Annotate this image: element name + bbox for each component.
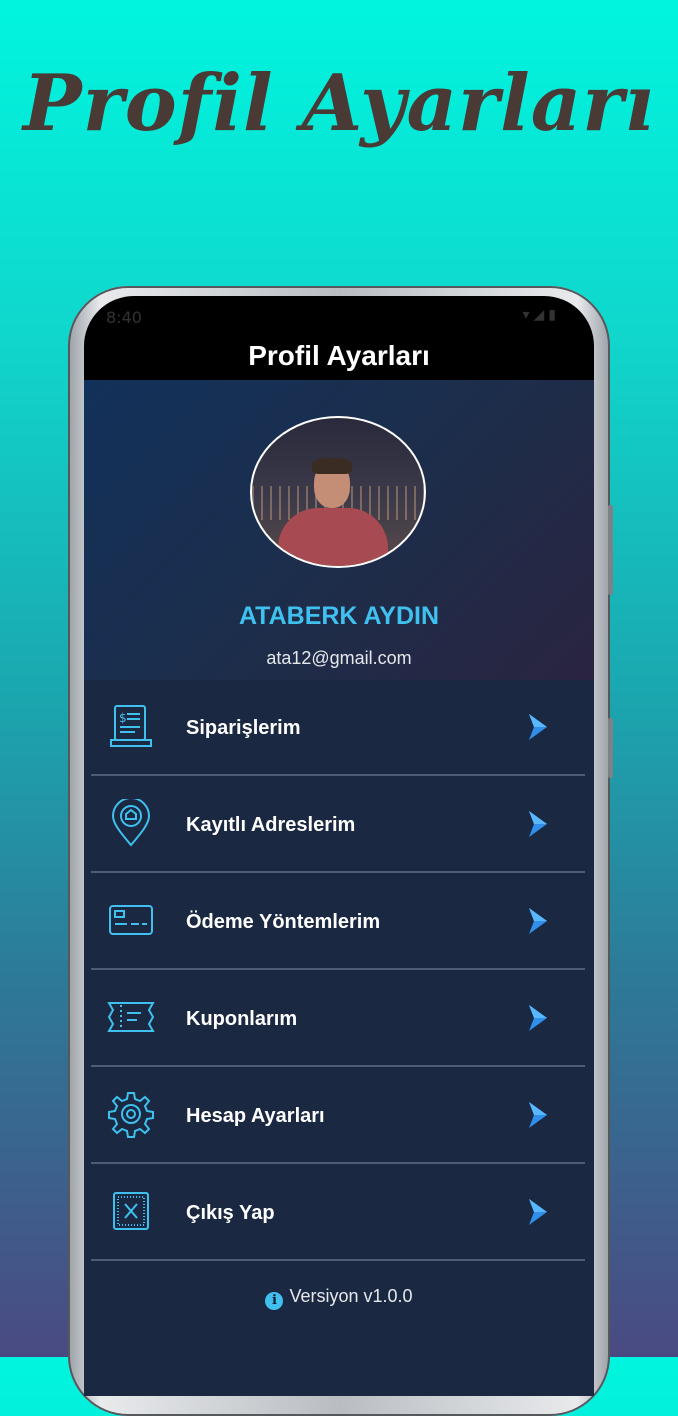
wifi-icon: ▾ [522, 307, 534, 323]
menu-label: Çıkış Yap [186, 1202, 275, 1224]
avatar[interactable] [250, 416, 426, 568]
chevron-right-icon [529, 908, 547, 934]
signal-icon: ◢ [533, 307, 549, 323]
promo-title: Profil Ayarları [23, 58, 655, 149]
battery-icon: ▮ [548, 307, 560, 323]
info-icon: i [265, 1292, 284, 1310]
volume-button [608, 505, 613, 595]
menu-item-coupons[interactable]: Kuponlarım [91, 971, 585, 1067]
credit-card-icon [109, 905, 153, 935]
menu-item-payment-methods[interactable]: Ödeme Yöntemlerim [91, 874, 585, 970]
profile-header: ATABERK AYDIN ata12@gmail.com [84, 380, 594, 680]
receipt-icon: $ [110, 705, 152, 747]
gear-icon [108, 1092, 154, 1138]
svg-text:$: $ [119, 711, 127, 725]
logout-x-icon [113, 1192, 149, 1230]
menu-item-addresses[interactable]: Kayıtlı Adreslerim [91, 777, 585, 873]
location-pin-icon [111, 799, 151, 847]
menu-label: Kuponlarım [186, 1008, 298, 1030]
menu-label: Hesap Ayarları [186, 1105, 325, 1127]
menu-item-logout[interactable]: Çıkış Yap [91, 1165, 585, 1261]
menu-item-orders[interactable]: $ Siparişlerim [91, 680, 585, 776]
app-version: i Versiyon v1.0.0 [84, 1286, 594, 1310]
chevron-right-icon [529, 1005, 547, 1031]
user-name: ATABERK AYDIN [238, 602, 439, 630]
menu-label: Ödeme Yöntemlerim [186, 911, 381, 933]
coupon-icon [107, 1002, 155, 1032]
menu-label: Kayıtlı Adreslerim [186, 814, 356, 836]
chevron-right-icon [529, 1102, 547, 1128]
app-bar-title: Profil Ayarları [248, 340, 430, 371]
chevron-right-icon [529, 811, 547, 837]
status-bar: 8:40 ▾◢▮ [84, 296, 594, 336]
version-text: Versiyon v1.0.0 [289, 1286, 413, 1306]
settings-menu: $ Siparişlerim Kayıtlı Adreslerim Ödeme … [84, 680, 594, 1396]
power-button [608, 718, 613, 778]
menu-label: Siparişlerim [186, 717, 301, 739]
user-email: ata12@gmail.com [266, 648, 412, 668]
menu-item-account-settings[interactable]: Hesap Ayarları [91, 1068, 585, 1164]
status-icons: ▾◢▮ [522, 307, 560, 323]
status-time: 8:40 [106, 308, 142, 327]
phone-screen: 8:40 ▾◢▮ Profil Ayarları ATABERK AYDIN a… [84, 296, 594, 1396]
chevron-right-icon [529, 1199, 547, 1225]
chevron-right-icon [529, 714, 547, 740]
